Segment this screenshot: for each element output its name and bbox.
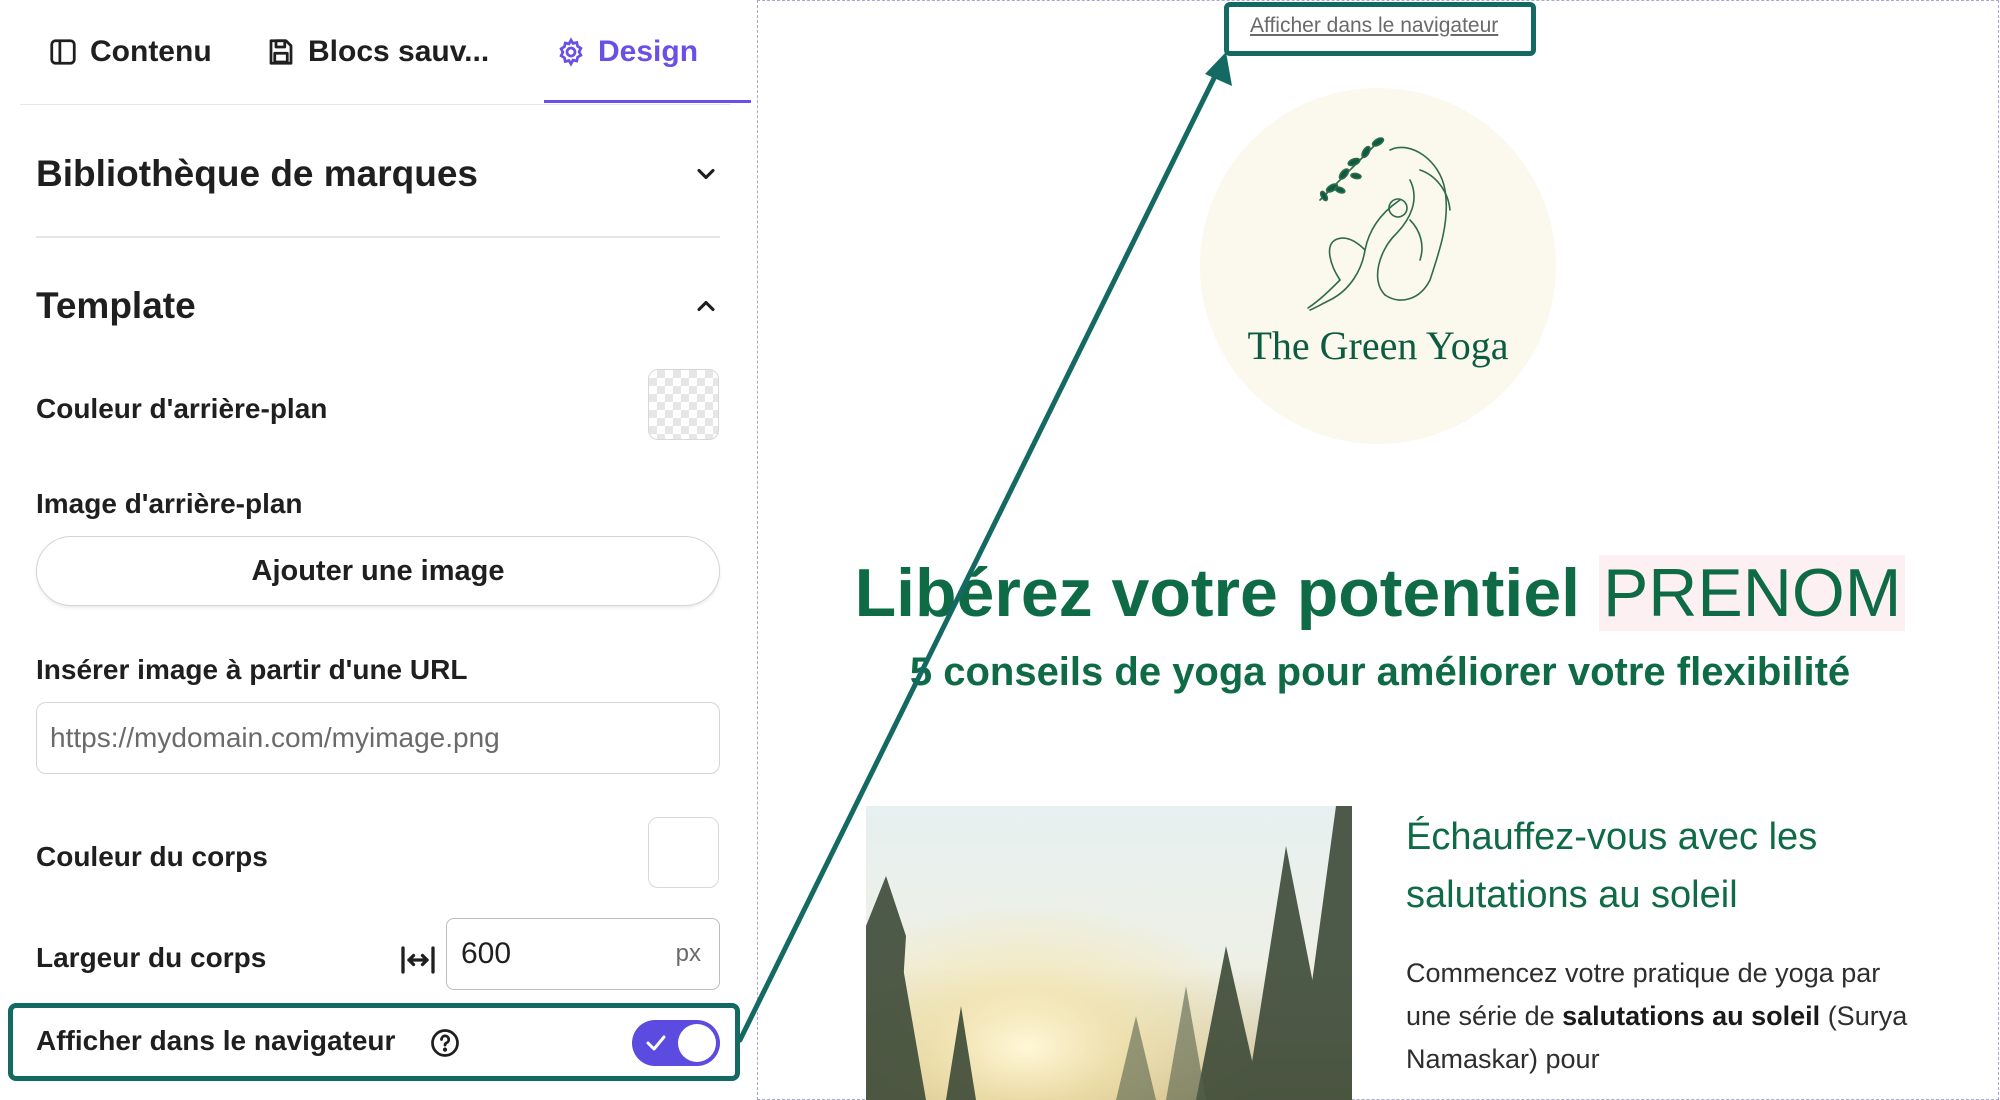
yoga-figure-logo-icon [1307,137,1451,311]
email-headline: Libérez votre potentiel PRENOM [790,554,1970,632]
brand-name: The Green Yoga [1247,323,1509,368]
highlight-frame [8,1003,740,1081]
tab-label: Contenu [90,35,212,68]
section-title: Échauffez-vous avec les salutations au s… [1406,816,1818,916]
tab-label: Blocs sauv... [308,35,490,68]
design-panel: Contenu Blocs sauv... Design Bibliothèqu… [0,0,756,1100]
tab-blocs-sauvegardes[interactable]: Blocs sauv... [266,0,489,104]
add-image-button[interactable]: Ajouter une image [36,536,720,606]
image-url-input[interactable] [36,702,720,774]
body-color-label: Couleur du corps [36,841,268,872]
template-header[interactable]: Template [36,278,720,334]
highlight-frame [1224,2,1536,56]
section-divider [36,236,720,238]
email-subheadline: 5 conseils de yoga pour améliorer votre … [909,650,1851,694]
background-color-label: Couleur d'arrière-plan [36,393,328,424]
editor-tabs: Contenu Blocs sauv... Design [20,0,751,105]
sidebar-panel-icon [50,39,76,65]
active-tab-indicator [544,100,751,103]
section-title: Bibliothèque de marques [36,153,479,194]
brand-library-header[interactable]: Bibliothèque de marques [36,146,720,202]
personalization-tag: PRENOM [1598,555,1906,631]
chevron-up-icon [697,300,715,312]
gear-icon [559,37,583,67]
background-color-swatch[interactable] [648,369,719,440]
body-width-input[interactable]: 600 px [446,918,720,990]
body-width-unit: px [675,940,701,967]
tab-contenu[interactable]: Contenu [48,0,212,104]
section-title: Template [36,285,196,326]
forest-sunrise-image [866,806,1352,1100]
image-url-label: Insérer image à partir d'une URL [36,654,468,685]
width-arrows-icon [401,946,435,974]
tab-label: Design [598,35,699,68]
section-body: Commencez votre pratique de yoga par une… [1406,952,1926,1081]
body-width-value: 600 [461,937,512,970]
background-image-label: Image d'arrière-plan [36,488,303,519]
tab-design[interactable]: Design [556,0,698,104]
save-disk-icon [269,39,293,65]
body-bold-text: salutations au soleil [1562,1001,1821,1031]
body-width-label: Largeur du corps [36,942,267,973]
body-color-swatch[interactable] [648,817,719,888]
chevron-down-icon [697,168,715,180]
headline-text: Libérez votre potentiel [854,555,1581,631]
